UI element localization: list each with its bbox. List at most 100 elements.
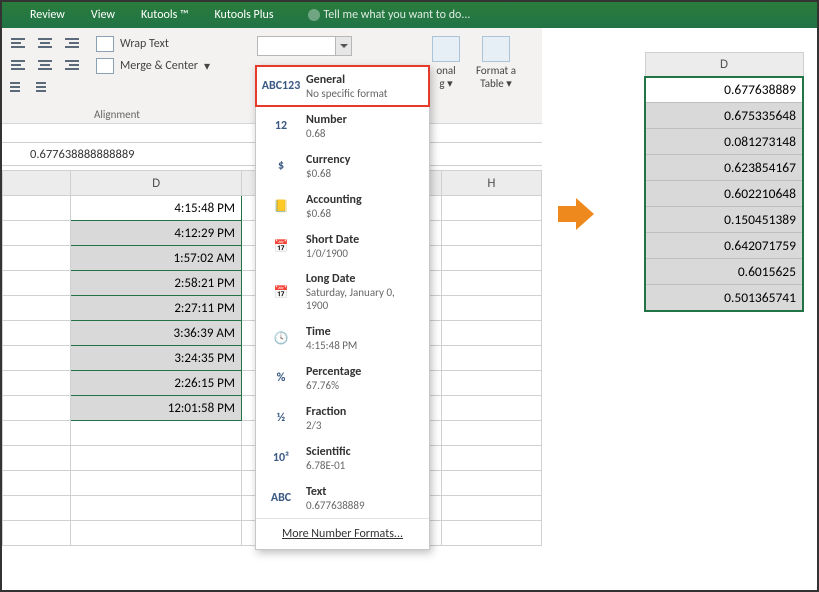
format-option-short-date[interactable]: 📅Short Date1/0/1900 — [256, 226, 429, 266]
cell-H[interactable] — [441, 396, 541, 421]
alignment-group — [8, 34, 88, 104]
format-sample: 0.677638889 — [306, 499, 365, 512]
align-middle-button[interactable] — [34, 34, 56, 52]
tell-me-search[interactable]: Tell me what you want to do... — [308, 8, 471, 22]
format-title: Percentage — [306, 365, 361, 379]
row-header[interactable] — [3, 271, 71, 296]
number-format-dropdown[interactable] — [257, 36, 352, 56]
format-icon: ½ — [266, 405, 296, 431]
align-right-button[interactable] — [60, 56, 82, 74]
format-title: Accounting — [306, 193, 362, 207]
tab-review[interactable]: Review — [30, 8, 65, 22]
cell-D-result[interactable]: 0.6015625 — [645, 259, 803, 285]
format-icon: 10² — [266, 445, 296, 471]
format-title: General — [306, 73, 387, 87]
tab-view[interactable]: View — [91, 8, 115, 22]
number-format-menu: ABC123GeneralNo specific format12Number0… — [255, 65, 430, 550]
cell-H[interactable] — [441, 271, 541, 296]
align-bottom-button[interactable] — [60, 34, 82, 52]
merge-center-button[interactable]: Merge & Center ▾ — [96, 58, 246, 74]
format-sample: $0.68 — [306, 207, 362, 220]
decrease-indent-button[interactable] — [8, 78, 30, 96]
format-icon: 📅 — [266, 233, 296, 259]
cell-H[interactable] — [441, 246, 541, 271]
format-sample: 4:15:48 PM — [306, 339, 357, 352]
cell-D[interactable]: 3:36:39 AM — [71, 321, 242, 346]
format-option-currency[interactable]: $ Currency$0.68 — [256, 146, 429, 186]
column-header-H[interactable]: H — [441, 171, 541, 196]
format-icon: ABC — [266, 485, 296, 511]
format-icon: $ — [266, 153, 296, 179]
cell-D-result[interactable]: 0.602210648 — [645, 181, 803, 207]
wrap-text-label: Wrap Text — [120, 37, 169, 51]
row-header[interactable] — [3, 346, 71, 371]
cell-H[interactable] — [441, 196, 541, 221]
cell-D-result[interactable]: 0.642071759 — [645, 233, 803, 259]
fat-label-2: Table ▾ — [480, 77, 512, 90]
worksheet-right: D 0.6776388890.6753356480.0812731480.623… — [644, 52, 804, 312]
row-header[interactable] — [3, 396, 71, 421]
row-header[interactable] — [3, 296, 71, 321]
merge-center-icon — [96, 58, 114, 74]
tab-kutools[interactable]: Kutools ™ — [141, 8, 189, 22]
column-header-D[interactable]: D — [71, 171, 242, 196]
cell-D[interactable]: 1:57:02 AM — [71, 246, 242, 271]
format-title: Currency — [306, 153, 350, 167]
format-option-general[interactable]: ABC123GeneralNo specific format — [256, 66, 429, 106]
format-icon: 🕓 — [266, 325, 296, 351]
cell-D-result[interactable]: 0.623854167 — [645, 155, 803, 181]
format-as-table-button[interactable]: Format a Table ▾ — [472, 36, 520, 90]
format-option-text[interactable]: ABC Text0.677638889 — [256, 478, 429, 518]
format-icon: 📒 — [266, 193, 296, 219]
cell-D[interactable]: 12:01:58 PM — [71, 396, 242, 421]
row-header[interactable] — [3, 196, 71, 221]
column-header-D-result[interactable]: D — [645, 53, 803, 77]
cell-H[interactable] — [441, 221, 541, 246]
cell-H[interactable] — [441, 346, 541, 371]
cell-D[interactable]: 2:58:21 PM — [71, 271, 242, 296]
cell-D-result[interactable]: 0.150451389 — [645, 207, 803, 233]
cell-D-result[interactable]: 0.677638889 — [645, 77, 803, 103]
format-option-long-date[interactable]: 📅Long DateSaturday, January 0, 1900 — [256, 266, 429, 318]
format-icon: 12 — [266, 113, 296, 139]
align-center-button[interactable] — [34, 56, 56, 74]
cell-D-result[interactable]: 0.501365741 — [645, 285, 803, 311]
format-option-fraction[interactable]: ½Fraction 2/3 — [256, 398, 429, 438]
increase-indent-button[interactable] — [34, 78, 56, 96]
alignment-group-label: Alignment — [2, 108, 232, 121]
format-icon: ABC123 — [266, 73, 296, 99]
format-sample: 6.78E-01 — [306, 459, 351, 472]
cell-H[interactable] — [441, 371, 541, 396]
format-option-time[interactable]: 🕓 Time4:15:48 PM — [256, 318, 429, 358]
format-as-table-icon — [482, 36, 510, 62]
format-title: Time — [306, 325, 357, 339]
row-header[interactable] — [3, 221, 71, 246]
row-header[interactable] — [3, 371, 71, 396]
cell-H[interactable] — [441, 321, 541, 346]
cell-D-result[interactable]: 0.675335648 — [645, 103, 803, 129]
cell-D[interactable]: 2:26:15 PM — [71, 371, 242, 396]
cell-D[interactable]: 4:15:48 PM — [71, 196, 242, 221]
format-option-scientific[interactable]: 10² Scientific6.78E-01 — [256, 438, 429, 478]
more-number-formats-link[interactable]: More Number Formats... — [256, 518, 429, 549]
row-header[interactable] — [3, 246, 71, 271]
format-option-accounting[interactable]: 📒 Accounting$0.68 — [256, 186, 429, 226]
lightbulb-icon — [308, 9, 320, 21]
format-icon: % — [266, 365, 296, 391]
align-left-button[interactable] — [8, 56, 30, 74]
format-sample: 67.76% — [306, 379, 361, 392]
cell-H[interactable] — [441, 296, 541, 321]
cell-D[interactable]: 4:12:29 PM — [71, 221, 242, 246]
format-sample: $0.68 — [306, 167, 350, 180]
align-top-button[interactable] — [8, 34, 30, 52]
tab-kutools-plus[interactable]: Kutools Plus — [214, 8, 273, 22]
format-title: Scientific — [306, 445, 351, 459]
format-option-percentage[interactable]: % Percentage67.76% — [256, 358, 429, 398]
format-option-number[interactable]: 12Number0.68 — [256, 106, 429, 146]
format-title: Text — [306, 485, 365, 499]
cell-D-result[interactable]: 0.081273148 — [645, 129, 803, 155]
cell-D[interactable]: 3:24:35 PM — [71, 346, 242, 371]
wrap-text-button[interactable]: Wrap Text — [96, 36, 246, 52]
row-header[interactable] — [3, 321, 71, 346]
cell-D[interactable]: 2:27:11 PM — [71, 296, 242, 321]
